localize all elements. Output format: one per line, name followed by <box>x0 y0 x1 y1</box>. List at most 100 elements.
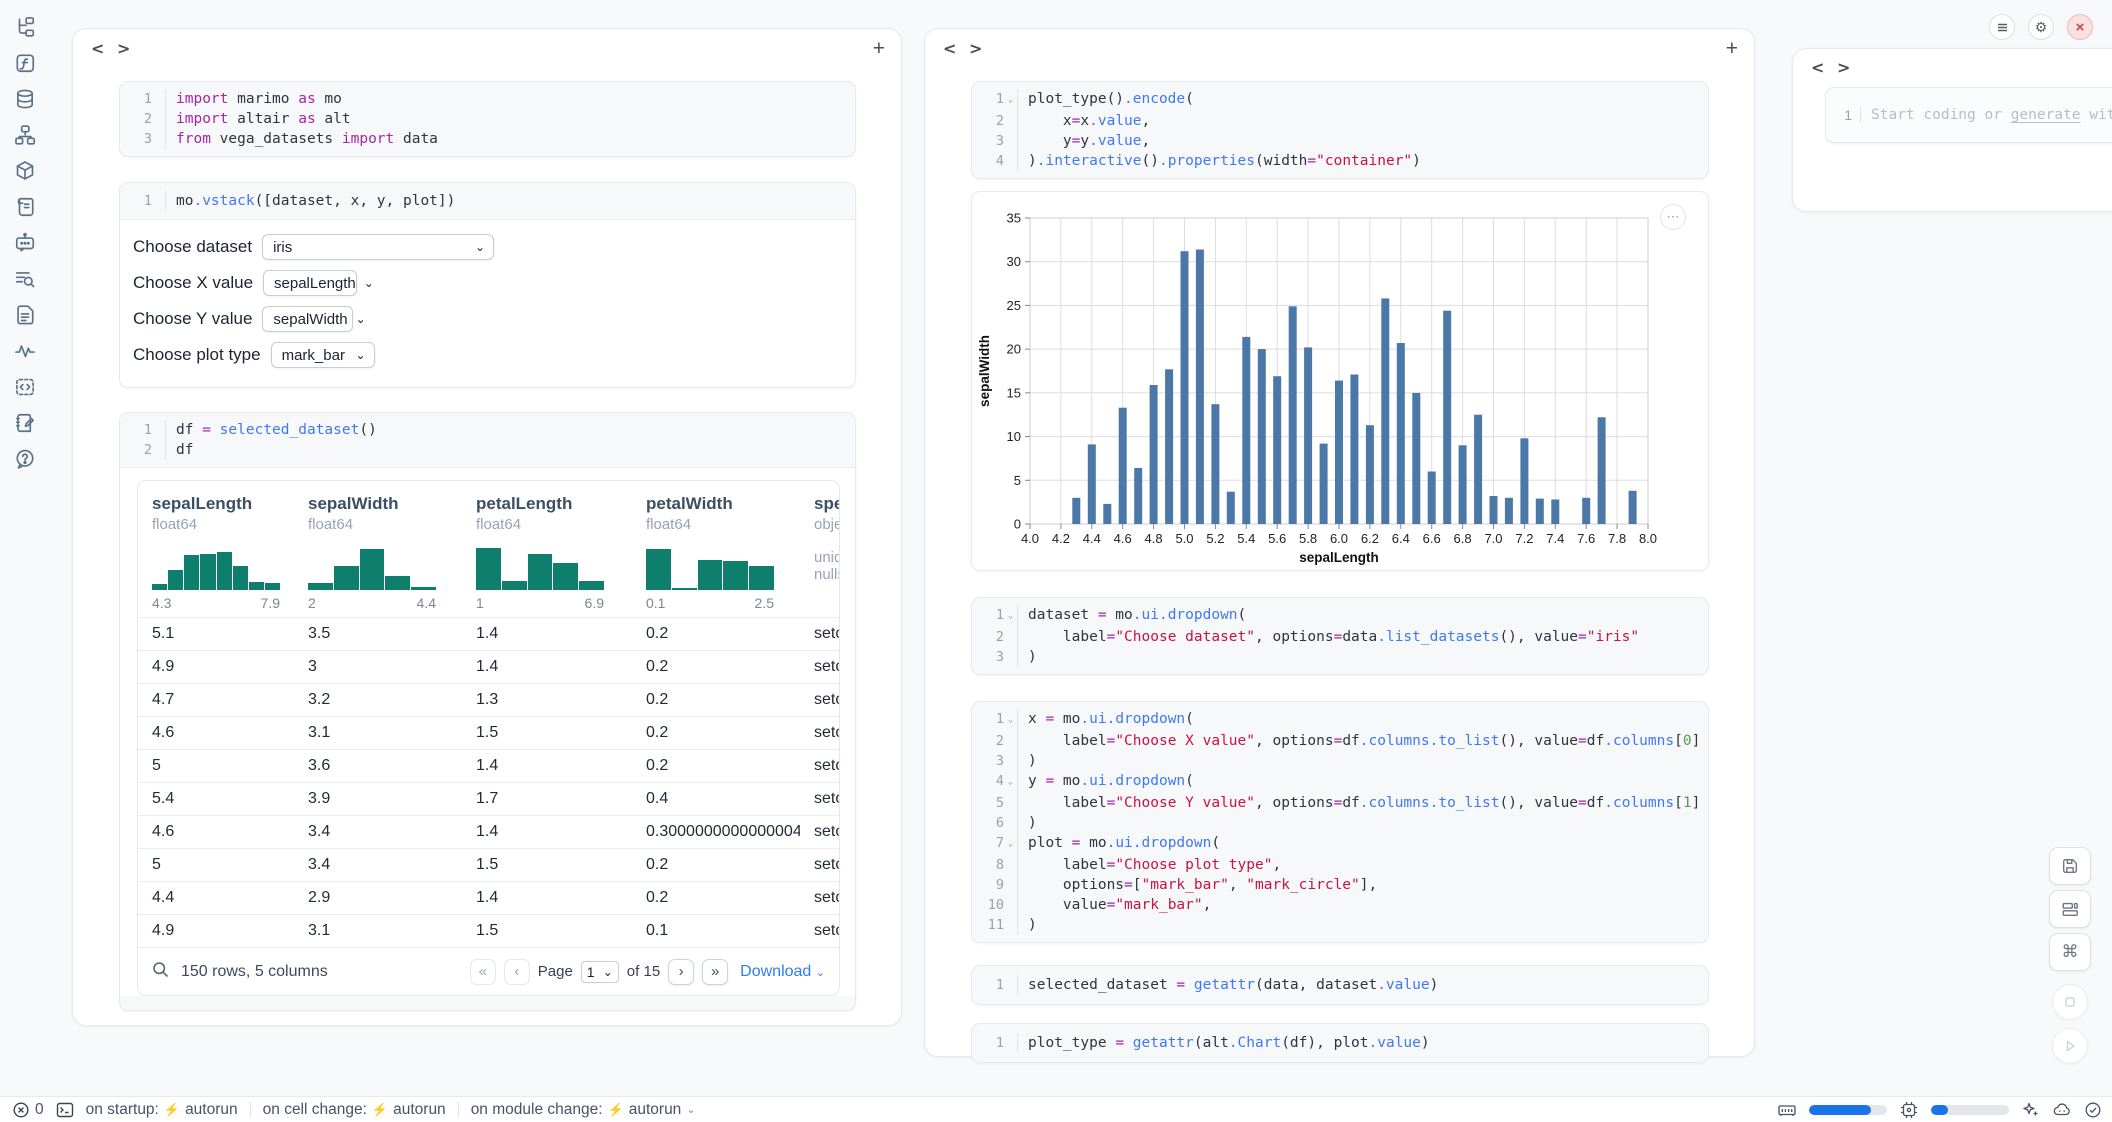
column-next-icon[interactable]: > <box>117 41 143 57</box>
add-cell-icon[interactable]: + <box>873 37 885 61</box>
functions-icon[interactable] <box>14 52 36 74</box>
chat-icon[interactable] <box>14 232 36 254</box>
fold-chevron-icon[interactable]: ⌄ <box>1004 605 1017 627</box>
cell-xyplot-dropdowns[interactable]: 1⌄x = mo.ui.dropdown(2 label="Choose X v… <box>971 701 1709 943</box>
code-line[interactable]: 1mo.vstack([dataset, x, y, plot]) <box>128 191 845 211</box>
next-page-button[interactable]: › <box>668 959 694 985</box>
code-line[interactable]: 1⌄x = mo.ui.dropdown( <box>980 709 1698 731</box>
table-search-icon[interactable] <box>152 961 169 983</box>
packages-icon[interactable] <box>14 160 36 182</box>
code-line[interactable]: 9 options=["mark_bar", "mark_circle"], <box>980 875 1698 895</box>
code-line[interactable]: 8 label="Choose plot type", <box>980 855 1698 875</box>
connected-check-icon[interactable] <box>2084 1101 2102 1119</box>
table-row[interactable]: 53.41.50.2setosa <box>138 848 839 881</box>
tracing-icon[interactable] <box>14 340 36 362</box>
choose-plot-type-select[interactable]: mark_bar⌄ <box>271 342 375 368</box>
prev-page-button[interactable]: ‹ <box>504 959 530 985</box>
settings-gear-icon[interactable]: ⚙ <box>2028 14 2054 40</box>
choose-y-value-select[interactable]: sepalWidth⌄ <box>262 306 353 332</box>
add-cell-icon[interactable]: + <box>1726 37 1738 61</box>
last-page-button[interactable]: » <box>702 959 728 985</box>
scratchpad-icon[interactable] <box>14 412 36 434</box>
outline-icon[interactable] <box>14 196 36 218</box>
on-startup-mode[interactable]: on startup:⚡autorun <box>86 1101 238 1119</box>
terminal-icon[interactable] <box>56 1101 74 1119</box>
code-line[interactable]: 1⌄dataset = mo.ui.dropdown( <box>980 605 1698 627</box>
help-icon[interactable] <box>14 448 36 470</box>
code-line[interactable]: 5 label="Choose Y value", options=df.col… <box>980 793 1698 813</box>
datasources-icon[interactable] <box>14 88 36 110</box>
code-line[interactable]: 10 value="mark_bar", <box>980 895 1698 915</box>
code-line[interactable]: 11) <box>980 915 1698 935</box>
stop-button[interactable] <box>2052 984 2088 1020</box>
cell-selected-dataset[interactable]: 1selected_dataset = getattr(data, datase… <box>971 965 1709 1005</box>
column-prev-icon[interactable]: < <box>91 41 117 57</box>
table-row[interactable]: 53.61.40.2setosa <box>138 749 839 782</box>
table-row[interactable]: 4.93.11.50.1setosa <box>138 914 839 947</box>
column-header-sepalLength[interactable]: sepalLengthfloat644.37.9 <box>138 494 294 611</box>
sepal-bar-chart[interactable]: 051015202530354.04.24.44.64.85.05.25.45.… <box>976 202 1676 568</box>
column-prev-icon[interactable]: < <box>1811 60 1837 76</box>
first-page-button[interactable]: « <box>470 959 496 985</box>
file-explorer-icon[interactable] <box>14 16 36 38</box>
menu-icon[interactable] <box>1989 14 2015 40</box>
cell-dataset-dropdown[interactable]: 1⌄dataset = mo.ui.dropdown(2 label="Choo… <box>971 597 1709 675</box>
column-next-icon[interactable]: > <box>969 41 995 57</box>
code-line[interactable]: 3 y=y.value, <box>980 131 1698 151</box>
column-header-petalWidth[interactable]: petalWidthfloat640.12.5 <box>632 494 800 611</box>
column-prev-icon[interactable]: < <box>943 41 969 57</box>
code-line[interactable]: 1import marimo as mo <box>128 89 845 109</box>
code-line[interactable]: 3) <box>980 647 1698 667</box>
error-count[interactable]: 0 <box>12 1101 44 1119</box>
on-cell-change-mode[interactable]: on cell change:⚡autorun <box>263 1101 446 1119</box>
column-header-petalLength[interactable]: petalLengthfloat6416.9 <box>462 494 632 611</box>
logs-icon[interactable] <box>14 268 36 290</box>
cell-plot-type[interactable]: 1plot_type = getattr(alt.Chart(df), plot… <box>971 1023 1709 1063</box>
column-header-species[interactable]: speciesobjectunique:nulls: <box>800 494 840 611</box>
download-button[interactable]: Download ⌄ <box>740 963 825 981</box>
code-line[interactable]: 1⌄plot_type().encode( <box>980 89 1698 111</box>
code-line[interactable]: 1plot_type = getattr(alt.Chart(df), plot… <box>980 1033 1698 1053</box>
table-row[interactable]: 5.13.51.40.2setosa <box>138 617 839 650</box>
code-line[interactable]: 1df = selected_dataset() <box>128 420 845 440</box>
column-next-icon[interactable]: > <box>1837 60 1863 76</box>
table-row[interactable]: 4.73.21.30.2setosa <box>138 683 839 716</box>
code-line[interactable]: 2df <box>128 440 845 460</box>
dependency-graph-icon[interactable] <box>14 124 36 146</box>
table-row[interactable]: 5.43.91.70.4setosa <box>138 782 839 815</box>
save-button[interactable] <box>2049 847 2091 885</box>
table-row[interactable]: 4.931.40.2setosa <box>138 650 839 683</box>
fold-chevron-icon[interactable]: ⌄ <box>1004 89 1017 111</box>
close-icon[interactable]: × <box>2067 14 2093 40</box>
code-line[interactable]: 4⌄y = mo.ui.dropdown( <box>980 771 1698 793</box>
choose-x-value-select[interactable]: sepalLength⌄ <box>263 270 357 296</box>
generate-with-ai-link[interactable]: generate <box>2011 107 2081 123</box>
page-select[interactable]: 1⌄ <box>581 961 619 983</box>
code-line[interactable]: 2 x=x.value, <box>980 111 1698 131</box>
fold-chevron-icon[interactable]: ⌄ <box>1004 833 1017 855</box>
code-line[interactable]: 7⌄plot = mo.ui.dropdown( <box>980 833 1698 855</box>
cell-imports[interactable]: 1import marimo as mo2import altair as al… <box>119 81 856 157</box>
chart-actions-icon[interactable]: ⋯ <box>1660 204 1686 230</box>
code-line[interactable]: 2import altair as alt <box>128 109 845 129</box>
table-row[interactable]: 4.63.41.40.3000000000000004setosa <box>138 815 839 848</box>
cell-vstack[interactable]: 1mo.vstack([dataset, x, y, plot]) Choose… <box>119 182 856 388</box>
code-line[interactable]: 2 label="Choose dataset", options=data.l… <box>980 627 1698 647</box>
cell-plot-encode[interactable]: 1⌄plot_type().encode(2 x=x.value,3 y=y.v… <box>971 81 1709 179</box>
ai-sparkles-icon[interactable] <box>2022 1101 2040 1119</box>
snippets-icon[interactable] <box>14 376 36 398</box>
choose-dataset-select[interactable]: iris⌄ <box>262 234 494 260</box>
documentation-icon[interactable] <box>14 304 36 326</box>
table-row[interactable]: 4.63.11.50.2setosa <box>138 716 839 749</box>
column-header-sepalWidth[interactable]: sepalWidthfloat6424.4 <box>294 494 462 611</box>
fold-chevron-icon[interactable]: ⌄ <box>1004 709 1017 731</box>
fold-chevron-icon[interactable]: ⌄ <box>1004 771 1017 793</box>
code-line[interactable]: 4).interactive().properties(width="conta… <box>980 151 1698 171</box>
code-line[interactable]: 3) <box>980 751 1698 771</box>
code-line[interactable]: 1selected_dataset = getattr(data, datase… <box>980 975 1698 995</box>
empty-cell[interactable]: 1 Start coding or generate with <box>1825 87 2112 143</box>
table-row[interactable]: 4.42.91.40.2setosa <box>138 881 839 914</box>
cell-dataframe[interactable]: 1df = selected_dataset()2df sepalLengthf… <box>119 412 856 1011</box>
code-line[interactable]: 2 label="Choose X value", options=df.col… <box>980 731 1698 751</box>
layout-toggle-button[interactable] <box>2049 890 2091 928</box>
